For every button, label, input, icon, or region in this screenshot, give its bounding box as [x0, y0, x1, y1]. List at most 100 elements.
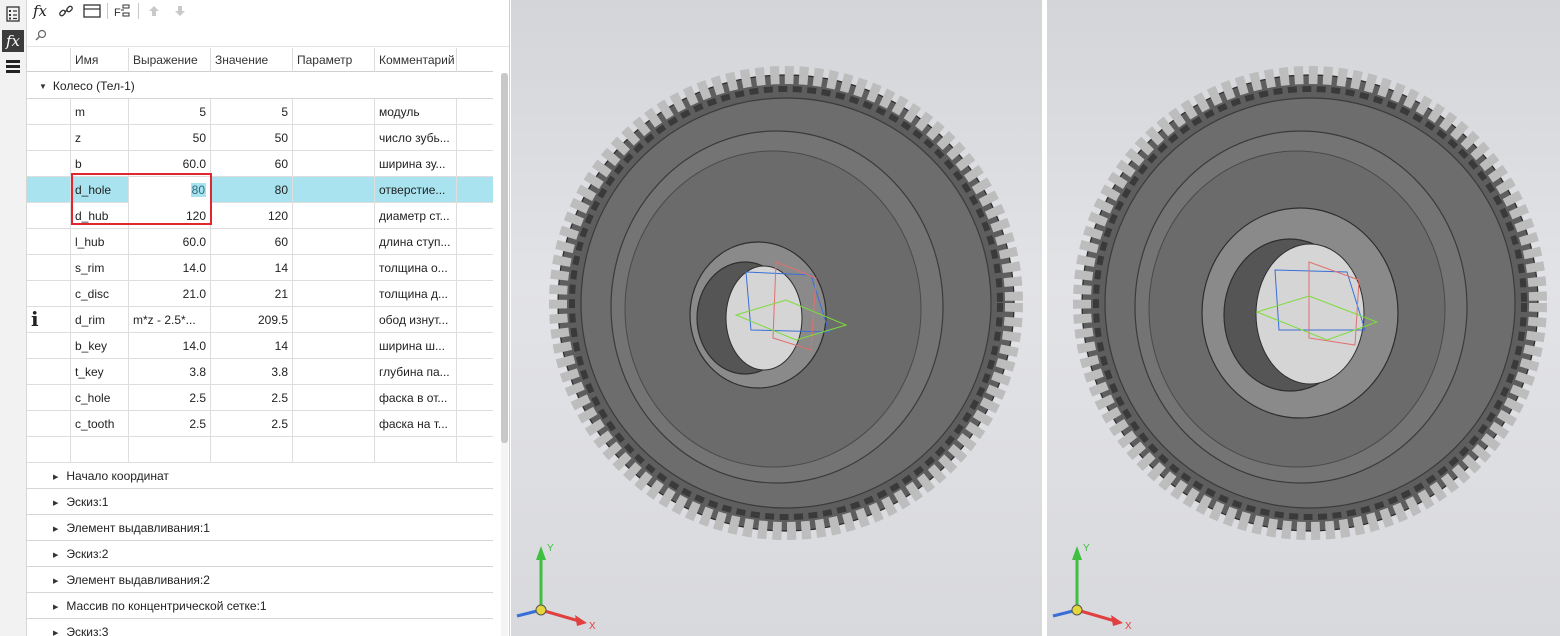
header-name[interactable]: Имя	[71, 48, 129, 72]
variable-row-c-tooth[interactable]: c_tooth 2.5 2.5 фаска на т...	[27, 411, 493, 437]
variable-row-z[interactable]: z 50 50 число зубь...	[27, 125, 493, 151]
empty-cell[interactable]	[129, 437, 211, 463]
variable-row-c-hole[interactable]: c_hole 2.5 2.5 фаска в от...	[27, 385, 493, 411]
name-cell[interactable]: z	[71, 125, 129, 151]
expand-triangle-icon[interactable]: ▶	[53, 569, 58, 595]
parameter-cell[interactable]	[293, 203, 375, 229]
value-cell[interactable]: 2.5	[211, 385, 293, 411]
scroll-thumb[interactable]	[501, 73, 508, 443]
name-cell[interactable]: m	[71, 99, 129, 125]
variable-row-d-rim[interactable]: i d_rim m*z - 2.5*... 209.5 обод изнут...	[27, 307, 493, 333]
value-cell[interactable]: 3.8	[211, 359, 293, 385]
comment-cell[interactable]: модуль	[375, 99, 457, 125]
parameter-cell[interactable]	[293, 359, 375, 385]
empty-cell[interactable]	[375, 437, 457, 463]
variable-row-t-key[interactable]: t_key 3.8 3.8 глубина па...	[27, 359, 493, 385]
tree-item[interactable]: ▶ Эскиз:1	[27, 489, 493, 515]
expand-triangle-icon[interactable]: ▶	[53, 543, 58, 569]
parameter-cell[interactable]	[293, 151, 375, 177]
expression-cell[interactable]: 5	[129, 99, 211, 125]
parameter-cell[interactable]	[293, 385, 375, 411]
parameter-cell[interactable]	[293, 229, 375, 255]
value-cell[interactable]: 2.5	[211, 411, 293, 437]
parameter-cell[interactable]	[293, 307, 375, 333]
value-cell[interactable]: 14	[211, 255, 293, 281]
name-cell[interactable]: c_tooth	[71, 411, 129, 437]
empty-cell[interactable]	[293, 437, 375, 463]
expand-triangle-icon[interactable]: ▶	[53, 465, 58, 491]
comment-cell[interactable]: обод изнут...	[375, 307, 457, 333]
parameter-cell[interactable]	[293, 177, 375, 203]
name-cell[interactable]: s_rim	[71, 255, 129, 281]
expression-cell[interactable]: 14.0	[129, 255, 211, 281]
value-cell[interactable]: 14	[211, 333, 293, 359]
expand-triangle-icon[interactable]: ▶	[53, 517, 58, 543]
comment-cell[interactable]: число зубь...	[375, 125, 457, 151]
empty-cell[interactable]	[457, 437, 493, 463]
name-cell[interactable]: l_hub	[71, 229, 129, 255]
fx-icon[interactable]: fx	[27, 0, 53, 22]
table-icon[interactable]	[79, 0, 105, 22]
expression-cell[interactable]: 60.0	[129, 229, 211, 255]
value-cell[interactable]: 209.5	[211, 307, 293, 333]
value-cell[interactable]: 80	[211, 177, 293, 203]
tree-item[interactable]: ▶ Эскиз:3	[27, 619, 493, 636]
link-icon[interactable]	[53, 0, 79, 22]
viewport-right[interactable]: Y X	[1047, 0, 1560, 636]
comment-cell[interactable]: отверстие...	[375, 177, 457, 203]
expand-triangle-icon[interactable]: ▶	[53, 595, 58, 621]
variable-row-c-disc[interactable]: c_disc 21.0 21 толщина д...	[27, 281, 493, 307]
value-cell[interactable]: 21	[211, 281, 293, 307]
tree-item[interactable]: ▶ Начало координат	[27, 463, 493, 489]
variable-row-l-hub[interactable]: l_hub 60.0 60 длина ступ...	[27, 229, 493, 255]
value-cell[interactable]: 60	[211, 229, 293, 255]
comment-cell[interactable]: фаска на т...	[375, 411, 457, 437]
header-expression[interactable]: Выражение	[129, 48, 211, 72]
name-cell[interactable]: d_rim	[71, 307, 129, 333]
parameter-cell[interactable]	[293, 411, 375, 437]
variable-row-s-rim[interactable]: s_rim 14.0 14 толщина о...	[27, 255, 493, 281]
expression-cell[interactable]: 14.0	[129, 333, 211, 359]
empty-cell[interactable]	[211, 437, 293, 463]
tree-item[interactable]: ▶ Элемент выдавливания:2	[27, 567, 493, 593]
comment-cell[interactable]: фаска в от...	[375, 385, 457, 411]
header-parameter[interactable]: Параметр	[293, 48, 375, 72]
name-cell[interactable]: d_hub	[71, 203, 129, 229]
search-input[interactable]	[53, 24, 509, 45]
expression-cell[interactable]: 2.5	[129, 385, 211, 411]
fx-icon[interactable]: fx	[2, 30, 24, 52]
comment-cell[interactable]: длина ступ...	[375, 229, 457, 255]
comment-cell[interactable]: ширина ш...	[375, 333, 457, 359]
comment-cell[interactable]: глубина па...	[375, 359, 457, 385]
comment-cell[interactable]: ширина зу...	[375, 151, 457, 177]
value-cell[interactable]: 60	[211, 151, 293, 177]
viewport-left[interactable]: Y X	[511, 0, 1042, 636]
comment-cell[interactable]: диаметр ст...	[375, 203, 457, 229]
expression-cell[interactable]: 80	[129, 177, 211, 203]
name-cell[interactable]: t_key	[71, 359, 129, 385]
expand-triangle-icon[interactable]: ▶	[53, 621, 58, 636]
empty-new-row[interactable]	[27, 437, 493, 463]
arrow-up-icon[interactable]	[141, 0, 167, 22]
parameter-cell[interactable]	[293, 99, 375, 125]
variable-row-b[interactable]: b 60.0 60 ширина зу...	[27, 151, 493, 177]
name-cell[interactable]: b	[71, 151, 129, 177]
expression-cell[interactable]: 21.0	[129, 281, 211, 307]
expression-cell[interactable]: m*z - 2.5*...	[129, 307, 211, 333]
expression-cell[interactable]: 50	[129, 125, 211, 151]
variable-row-d-hub[interactable]: d_hub 120 120 диаметр ст...	[27, 203, 493, 229]
scrollbar[interactable]	[501, 73, 508, 636]
parameter-cell[interactable]	[293, 333, 375, 359]
variable-row-m[interactable]: m 5 5 модуль	[27, 99, 493, 125]
variable-row-b-key[interactable]: b_key 14.0 14 ширина ш...	[27, 333, 493, 359]
tree-item[interactable]: ▶ Эскиз:2	[27, 541, 493, 567]
name-cell[interactable]: c_disc	[71, 281, 129, 307]
name-cell[interactable]: d_hole	[71, 177, 129, 203]
expression-cell[interactable]: 60.0	[129, 151, 211, 177]
expression-cell[interactable]: 3.8	[129, 359, 211, 385]
expand-triangle-icon[interactable]: ▶	[53, 491, 58, 517]
empty-cell[interactable]	[71, 437, 129, 463]
name-cell[interactable]: c_hole	[71, 385, 129, 411]
selected-expression-text[interactable]: 80	[190, 183, 206, 197]
value-cell[interactable]: 120	[211, 203, 293, 229]
